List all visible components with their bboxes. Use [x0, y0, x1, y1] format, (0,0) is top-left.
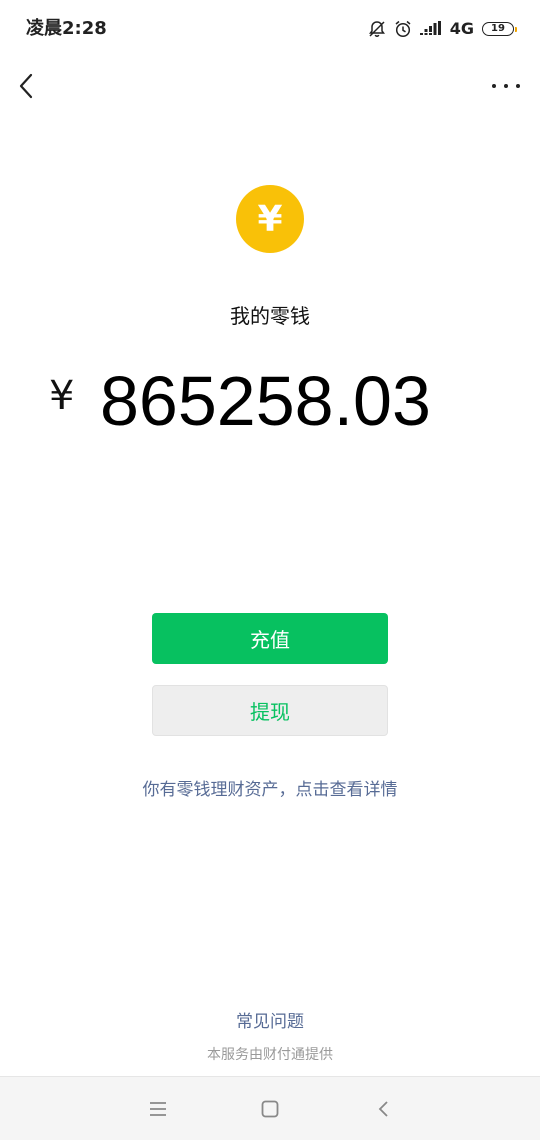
- signal-icon: [419, 21, 441, 35]
- finance-assets-link[interactable]: 你有零钱理财资产，点击查看详情: [0, 778, 540, 802]
- coin-icon: ¥: [236, 185, 304, 253]
- system-back-button[interactable]: [372, 1097, 396, 1121]
- more-button[interactable]: [492, 76, 520, 96]
- home-square-icon: [261, 1100, 279, 1118]
- battery-icon: 19: [482, 22, 517, 36]
- system-home-button[interactable]: [258, 1097, 282, 1121]
- more-dot: [492, 84, 496, 88]
- system-menu-button[interactable]: [146, 1097, 170, 1121]
- back-button[interactable]: [12, 70, 42, 102]
- battery-level: 19: [491, 23, 505, 34]
- coin-symbol: ¥: [257, 198, 283, 240]
- chevron-left-icon: [19, 73, 33, 99]
- page-title: 我的零钱: [230, 304, 310, 328]
- faq-link[interactable]: 常见问题: [0, 1010, 540, 1034]
- status-time: 凌晨2:28: [26, 18, 107, 39]
- currency-symbol: ¥: [49, 373, 75, 419]
- more-dot: [516, 84, 520, 88]
- system-nav-bar: [0, 1076, 540, 1140]
- back-arrow-icon: [378, 1101, 388, 1117]
- alarm-icon: [395, 20, 411, 38]
- more-dot: [504, 84, 508, 88]
- network-type: 4G: [449, 19, 474, 38]
- provider-text: 本服务由财付通提供: [207, 1047, 333, 1063]
- recharge-button[interactable]: 充值: [152, 613, 388, 664]
- menu-icon: [150, 1102, 166, 1116]
- withdraw-button[interactable]: 提现: [152, 685, 388, 736]
- bell-off-icon: [368, 21, 385, 37]
- status-icons: 4G 19: [368, 17, 517, 41]
- balance-amount: 865258.03: [100, 362, 431, 440]
